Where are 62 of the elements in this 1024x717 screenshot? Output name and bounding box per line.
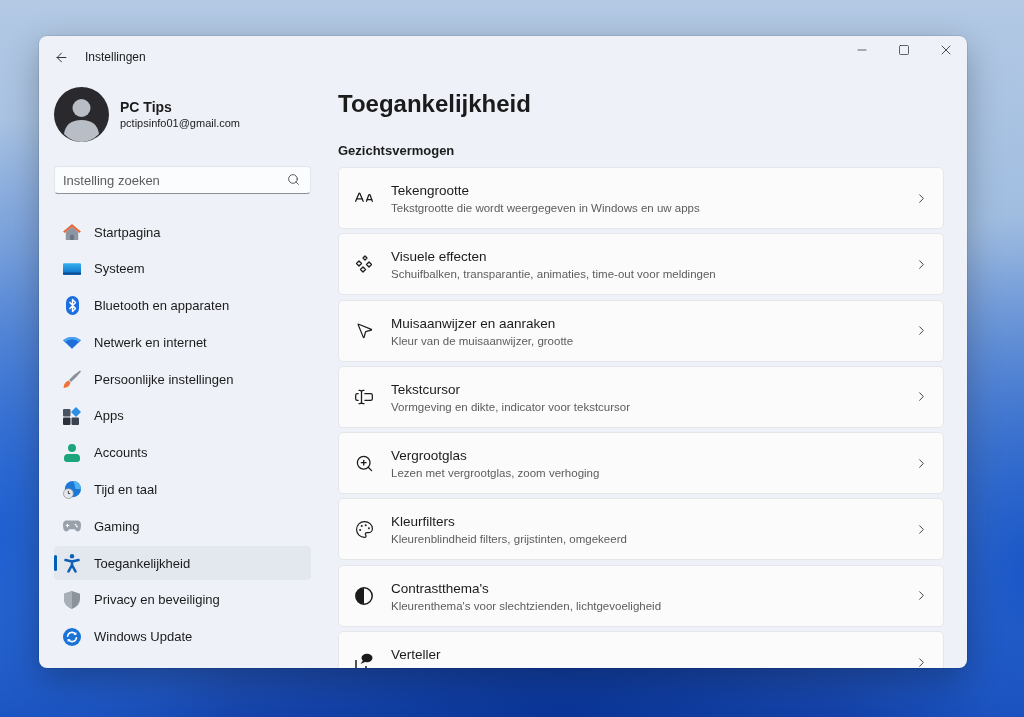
sidebar-item[interactable]: Netwerk en internet bbox=[54, 325, 311, 360]
search-icon bbox=[287, 173, 300, 186]
accessibility-icon bbox=[64, 553, 80, 573]
sidebar-item[interactable]: Windows Update bbox=[54, 619, 311, 654]
diamonds-icon bbox=[355, 255, 373, 274]
bluetooth-icon bbox=[65, 296, 79, 316]
sync-icon bbox=[63, 627, 81, 646]
settings-card[interactable]: Tekengrootte Tekstgrootte die wordt weergegeven in Windows en uw apps bbox=[338, 167, 944, 229]
card-title: Kleurfilters bbox=[391, 513, 456, 532]
gamepad-icon bbox=[63, 520, 81, 533]
sidebar-item[interactable]: Gaming bbox=[54, 509, 311, 544]
sidebar-item[interactable]: Persoonlijke instellingen bbox=[54, 362, 311, 397]
card-title: Vergrootglas bbox=[391, 447, 468, 466]
card-description: Vormgeving en dikte, indicator voor tekstcursor bbox=[391, 399, 631, 415]
card-description: Schuifbalken, transparantie, animaties, time-out voor meldingen bbox=[391, 267, 716, 283]
card-description: Kleurenthema's voor slechtzienden, lichtgevoeligheid bbox=[391, 598, 662, 614]
maximize-icon bbox=[898, 44, 910, 56]
speech-bubble-icon bbox=[355, 653, 373, 668]
page-title: Toegankelijkheid bbox=[338, 89, 532, 119]
palette-icon bbox=[354, 520, 374, 539]
card-title: Verteller bbox=[391, 646, 441, 665]
card-description: Tekstgrootte die wordt weergegeven in Windows en uw apps bbox=[391, 201, 700, 216]
sidebar-item[interactable]: Apps bbox=[54, 399, 311, 433]
person-icon bbox=[64, 443, 80, 462]
card-description: Kleur van de muisaanwijzer, grootte bbox=[391, 333, 574, 349]
zoom-in-icon bbox=[354, 453, 374, 473]
sidebar-item[interactable]: Systeem bbox=[54, 251, 311, 286]
selection-indicator bbox=[54, 555, 57, 572]
globe-clock-icon bbox=[63, 480, 81, 499]
sidebar-item[interactable]: Startpagina bbox=[54, 215, 311, 249]
contrast-icon bbox=[355, 586, 373, 605]
card-description: Lezen met vergrootglas, zoom verhoging bbox=[391, 466, 600, 482]
monitor-icon bbox=[63, 262, 81, 275]
apps-grid-icon bbox=[63, 407, 81, 425]
home-icon bbox=[63, 224, 81, 240]
paintbrush-icon bbox=[63, 370, 81, 389]
sidebar-item[interactable]: Privacy en beveiliging bbox=[54, 582, 311, 617]
settings-card[interactable]: Verteller bbox=[338, 631, 944, 668]
sidebar-item[interactable]: Accounts bbox=[54, 435, 311, 470]
shield-icon bbox=[64, 590, 80, 609]
sidebar-item[interactable]: Tijd en taal bbox=[54, 472, 311, 507]
settings-card[interactable]: Vergrootglas Lezen met vergrootglas, zoom verhoging bbox=[338, 432, 944, 495]
settings-card[interactable]: Kleurfilters Kleurenblindheid filters, grijstinten, omgekeerd bbox=[338, 498, 944, 561]
settings-card[interactable]: Muisaanwijzer en aanraken Kleur van de muisaanwijzer, grootte bbox=[338, 299, 944, 362]
settings-card[interactable]: Contrastthema's Kleurenthema's voor slechtzienden, lichtgevoeligheid bbox=[338, 564, 944, 627]
wifi-icon bbox=[63, 335, 81, 349]
window-title: Instellingen bbox=[85, 50, 146, 64]
section-heading: Gezichtsvermogen bbox=[338, 142, 456, 160]
card-title: Contrastthema's bbox=[391, 579, 490, 598]
sidebar-item[interactable]: Bluetooth en apparaten bbox=[54, 288, 311, 323]
card-description: Kleurenblindheid filters, grijstinten, omgekeerd bbox=[391, 532, 627, 548]
card-title: Muisaanwijzer en aanraken bbox=[391, 314, 557, 333]
card-title: Visuele effecten bbox=[391, 248, 488, 267]
profile-email: pctipsinfo01@gmail.com bbox=[120, 115, 240, 131]
settings-card[interactable]: Visuele effecten Schuifbalken, transparantie, animaties, time-out voor meldingen bbox=[338, 233, 944, 296]
card-title: Tekengrootte bbox=[391, 182, 471, 200]
sidebar-item[interactable]: Toegankelijkheid bbox=[54, 546, 311, 581]
card-title: Tekstcursor bbox=[391, 380, 462, 399]
profile-name: PC Tips bbox=[120, 98, 173, 116]
search-field[interactable]: Instelling zoeken bbox=[54, 166, 311, 194]
avatar-icon bbox=[54, 87, 109, 142]
settings-card[interactable]: Tekstcursor Vormgeving en dikte, indicator voor tekstcursor bbox=[338, 365, 944, 428]
